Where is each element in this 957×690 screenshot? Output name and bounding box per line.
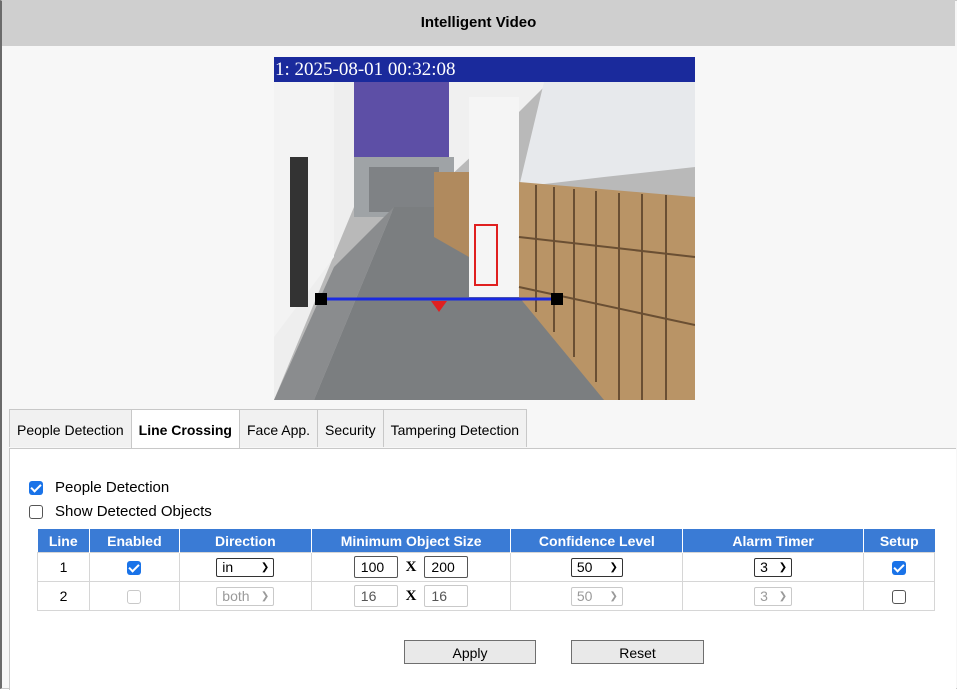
chevron-down-icon: ❯ [260, 561, 270, 573]
line-number: 2 [37, 581, 90, 611]
col-header-min-object-size: Minimum Object Size [311, 529, 512, 553]
col-header-enabled: Enabled [89, 529, 180, 553]
chevron-down-icon: ❯ [609, 561, 618, 573]
show-detected-objects-option[interactable]: Show Detected Objects [29, 503, 212, 520]
col-header-confidence-level: Confidence Level [510, 529, 684, 553]
min-height-input[interactable]: 16 [424, 585, 469, 607]
people-detection-option[interactable]: People Detection [29, 479, 169, 496]
col-header-direction: Direction [179, 529, 312, 553]
chevron-down-icon: ❯ [778, 561, 788, 573]
col-header-line: Line [37, 529, 90, 553]
show-detected-objects-label: Show Detected Objects [55, 503, 212, 520]
alarm-timer-select[interactable]: 3 ❯ [754, 557, 793, 577]
tab-tampering-detection[interactable]: Tampering Detection [382, 409, 528, 447]
setup-checkbox[interactable] [892, 590, 906, 605]
people-detection-checkbox[interactable] [29, 480, 43, 495]
enabled-checkbox[interactable] [127, 590, 142, 605]
min-width-input[interactable]: 16 [353, 585, 398, 607]
reset-button[interactable]: Reset [571, 640, 704, 664]
chevron-down-icon: ❯ [609, 590, 618, 602]
col-header-setup: Setup [863, 529, 935, 553]
people-detection-label: People Detection [55, 479, 170, 496]
min-height-input[interactable]: 200 [424, 556, 469, 578]
chevron-down-icon: ❯ [260, 590, 270, 602]
table-header-row: Line Enabled Direction Minimum Object Si… [37, 529, 935, 553]
tab-people-detection[interactable]: People Detection [9, 409, 132, 447]
confidence-select[interactable]: 50 ❯ [570, 557, 623, 577]
page-title: Intelligent Video [2, 0, 955, 46]
size-separator: X [405, 558, 417, 575]
chevron-down-icon: ❯ [778, 590, 788, 602]
alarm-timer-value: 3 [760, 588, 768, 604]
video-preview[interactable]: 1: 2025-08-01 00:32:08 [274, 57, 695, 400]
setup-checkbox[interactable] [892, 561, 906, 576]
col-header-alarm-timer: Alarm Timer [682, 529, 865, 553]
show-detected-objects-checkbox[interactable] [29, 504, 43, 519]
tab-face-app[interactable]: Face App. [239, 409, 319, 447]
tab-bar: People Detection Line Crossing Face App.… [9, 409, 528, 449]
apply-button[interactable]: Apply [404, 640, 536, 664]
direction-select[interactable]: in ❯ [216, 557, 275, 577]
video-timestamp: 1: 2025-08-01 00:32:08 [274, 57, 695, 82]
table-row: 1 in ❯ 100 X 200 50 ❯ 3 ❯ [37, 552, 935, 582]
direction-value: in [222, 559, 234, 575]
alarm-timer-select[interactable]: 3 ❯ [754, 586, 793, 606]
tab-security[interactable]: Security [317, 409, 384, 447]
table-row: 2 both ❯ 16 X 16 50 ❯ 3 ❯ [37, 581, 935, 611]
direction-select[interactable]: both ❯ [216, 586, 275, 606]
min-width-input[interactable]: 100 [353, 556, 398, 578]
confidence-select[interactable]: 50 ❯ [570, 586, 623, 606]
confidence-value: 50 [576, 588, 593, 604]
camera-scene [274, 57, 695, 400]
size-separator: X [405, 587, 417, 604]
alarm-timer-value: 3 [760, 559, 768, 575]
tab-line-crossing[interactable]: Line Crossing [130, 409, 240, 449]
confidence-value: 50 [576, 559, 593, 575]
enabled-checkbox[interactable] [127, 561, 142, 576]
line-crossing-table: Line Enabled Direction Minimum Object Si… [37, 529, 935, 611]
direction-value: both [222, 588, 250, 604]
line-number: 1 [37, 552, 90, 582]
